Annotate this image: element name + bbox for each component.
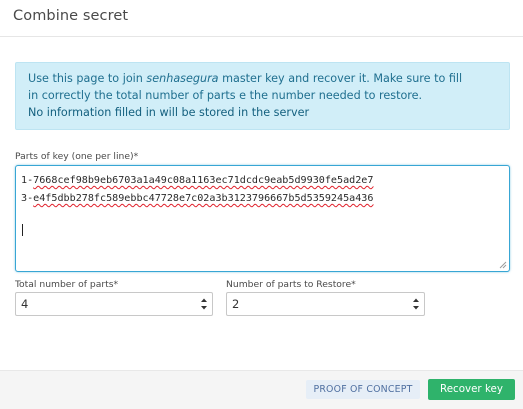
restore-parts-value: 2 [232,297,240,311]
restore-parts-label: Number of parts to Restore* [226,279,356,290]
alert-line-1: Use this page to join senhasegura master… [28,70,497,87]
alert-line-1-prefix: Use this page to join [28,72,147,85]
restore-parts-input[interactable]: 2 [226,292,425,316]
key-part-prefix: 3- [21,193,34,204]
modal-title: Combine secret [13,8,129,24]
key-part-value: e4f5dbb278fc589ebbc47728e7c02a3b31237966… [33,193,374,204]
key-parts-textarea[interactable]: 1-7668cef98b9eb6703a1a49c08a1163ec71dcdc… [15,165,510,272]
total-parts-input[interactable]: 4 [15,292,213,316]
key-part-prefix: 1- [21,175,34,186]
total-parts-label: Total number of parts* [15,279,119,290]
alert-line-3: No information filled in will be stored … [28,106,310,119]
key-part-line: 3-e4f5dbb278fc589ebbc47728e7c02a3b312379… [21,190,509,208]
stepper-icon[interactable] [412,296,420,312]
resize-grip-icon[interactable] [499,261,507,269]
total-parts-value: 4 [21,297,29,311]
recover-key-button[interactable]: Recover key [428,379,515,400]
alert-brand: senhasegura [146,72,219,85]
modal-footer: PROOF OF CONCEPT Recover key [0,370,523,409]
alert-line-1-suffix: master key and recover it. Make sure to … [218,72,463,85]
key-part-value: 7668cef98b9eb6703a1a49c08a1163ec71dcdc9e… [33,175,374,186]
proof-of-concept-button[interactable]: PROOF OF CONCEPT [306,380,420,399]
keys-label: Parts of key (one per line)* [15,151,139,162]
text-caret [22,224,23,236]
alert-line-2: in correctly the total number of parts e… [28,89,423,102]
stepper-icon[interactable] [200,296,208,312]
key-part-line: 1-7668cef98b9eb6703a1a49c08a1163ec71dcdc… [21,172,509,190]
info-alert: Use this page to join senhasegura master… [15,62,510,130]
modal-header: Combine secret [0,0,523,37]
